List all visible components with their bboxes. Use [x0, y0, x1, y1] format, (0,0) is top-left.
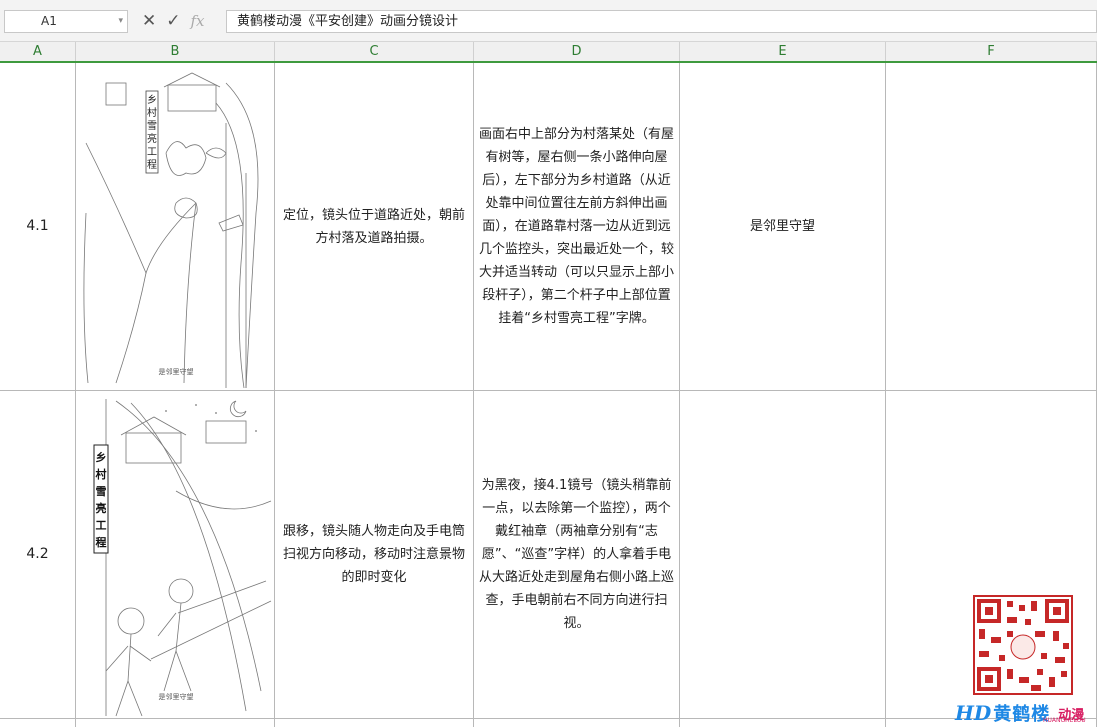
logo-mark-icon: HD	[955, 701, 992, 725]
brand-logo: HD 黄鹤楼 动漫 HUANGHELOU	[955, 699, 1097, 727]
brand-watermark: HD 黄鹤楼 动漫 HUANGHELOU	[955, 595, 1097, 727]
cell-partial[interactable]	[680, 719, 886, 727]
column-header-d[interactable]: D	[474, 42, 680, 61]
formula-input[interactable]: 黄鹤楼动漫《平安创建》动画分镜设计	[226, 10, 1097, 33]
name-box[interactable]: A1 ▾	[4, 10, 128, 33]
cell-camera-movement[interactable]: 定位，镜头位于道路近处，朝前方村落及道路拍摄。	[275, 63, 474, 391]
formula-bar: A1 ▾ ✕ ✓ fx 黄鹤楼动漫《平安创建》动画分镜设计	[0, 0, 1097, 42]
column-header-f[interactable]: F	[886, 42, 1097, 61]
confirm-icon[interactable]: ✓	[166, 10, 180, 33]
cell-scene-description[interactable]: 画面右中上部分为村落某处（有屋有树等，屋右侧一条小路伸向屋后），左下部分为乡村道…	[474, 63, 680, 391]
sketch-image: 乡村雪亮工程 是邻里守望	[93, 399, 272, 717]
name-box-value: A1	[41, 14, 57, 28]
cell-shot-number[interactable]: 4.1	[0, 63, 76, 391]
cell-partial[interactable]	[76, 719, 275, 727]
logo-english: HUANGHELOU	[1043, 717, 1086, 724]
logo-brand: 黄鹤楼	[993, 704, 1051, 725]
chevron-down-icon[interactable]: ▾	[118, 11, 123, 32]
cell-notes[interactable]	[886, 63, 1097, 391]
cell-voiceover[interactable]	[680, 391, 886, 719]
column-header-b[interactable]: B	[76, 42, 275, 61]
cell-partial[interactable]	[0, 719, 76, 727]
formula-actions: ✕ ✓ fx	[142, 10, 205, 33]
column-headers: A B C D E F	[0, 42, 1097, 63]
cell-camera-movement[interactable]: 跟移，镜头随人物走向及手电筒扫视方向移动，移动时注意景物的即时变化	[275, 391, 474, 719]
cell-shot-number[interactable]: 4.2	[0, 391, 76, 719]
function-icon[interactable]: fx	[191, 10, 205, 33]
column-header-a[interactable]: A	[0, 42, 76, 61]
spreadsheet-grid: 4.1 乡村雪亮工程 是邻里守望 定位，镜头位于道路近处，朝前方村落及道路拍摄。…	[0, 63, 1097, 727]
cell-partial[interactable]	[474, 719, 680, 727]
storyboard-sketch[interactable]: 乡村雪亮工程 是邻里守望	[76, 63, 275, 391]
sketch-image: 乡村雪亮工程 是邻里守望	[83, 72, 259, 389]
cancel-icon[interactable]: ✕	[142, 10, 156, 33]
storyboard-sketch[interactable]: 乡村雪亮工程 是邻里守望	[76, 391, 275, 719]
cell-voiceover[interactable]: 是邻里守望	[680, 63, 886, 391]
column-header-e[interactable]: E	[680, 42, 886, 61]
qr-code-image	[977, 599, 1069, 691]
sketch-caption: 是邻里守望	[159, 692, 194, 701]
cell-partial[interactable]	[275, 719, 474, 727]
column-header-c[interactable]: C	[275, 42, 474, 61]
sketch-caption: 是邻里守望	[159, 367, 194, 376]
cell-scene-description[interactable]: 为黑夜，接4.1镜号（镜头稍靠前一点，以去除第一个监控），两个戴红袖章（两袖章分…	[474, 391, 680, 719]
qr-code	[973, 595, 1073, 695]
